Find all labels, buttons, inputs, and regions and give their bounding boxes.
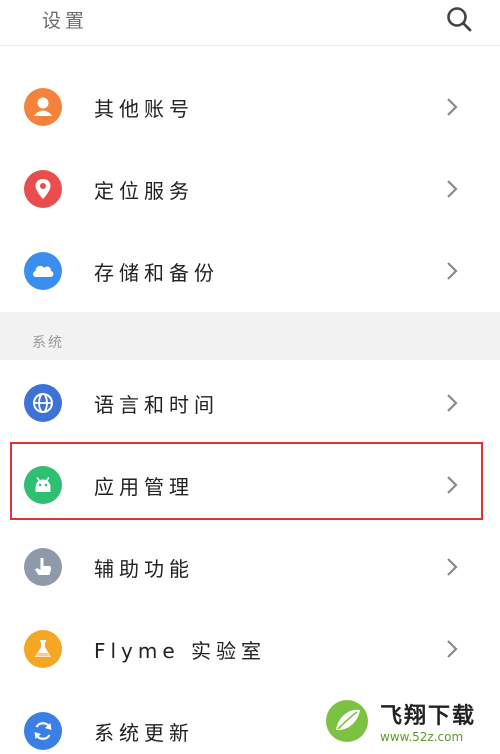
watermark-url: www.52z.com <box>380 730 464 744</box>
watermark-text: 飞翔下载 <box>380 704 477 729</box>
chevron-right-icon <box>447 262 458 280</box>
chevron-right-icon <box>447 394 458 412</box>
settings-item-label: 定位服务 <box>94 179 194 203</box>
chevron-right-icon <box>447 180 458 198</box>
globe-icon <box>24 384 62 422</box>
settings-item-label: Flyme 实验室 <box>94 639 267 663</box>
page-title: 设置 <box>42 10 89 32</box>
refresh-icon <box>24 712 62 750</box>
settings-item-label: 辅助功能 <box>94 557 194 581</box>
search-button[interactable] <box>444 4 474 34</box>
flask-icon <box>24 630 62 668</box>
watermark: 飞翔下载 www.52z.com <box>320 696 500 754</box>
hand-icon <box>24 548 62 586</box>
settings-item-label: 存储和备份 <box>94 261 219 285</box>
settings-item-storage-backup[interactable]: 存储和备份 <box>0 230 500 312</box>
cloud-icon <box>24 252 62 290</box>
search-icon <box>447 7 472 32</box>
section-header-system: 系统 <box>0 312 500 360</box>
top-bar: 设置 <box>0 0 500 46</box>
section-label: 系统 <box>32 335 64 351</box>
settings-item-label: 系统更新 <box>94 721 194 745</box>
chevron-right-icon <box>447 98 458 116</box>
location-pin-icon <box>24 170 62 208</box>
leaf-logo-icon <box>326 700 368 742</box>
settings-item-language-time[interactable]: 语言和时间 <box>0 362 500 444</box>
settings-item-label: 其他账号 <box>94 97 194 121</box>
settings-item-label: 语言和时间 <box>94 393 219 417</box>
settings-item-flyme-lab[interactable]: Flyme 实验室 <box>0 608 500 690</box>
settings-item-other-accounts[interactable]: 其他账号 <box>0 66 500 148</box>
person-icon <box>24 88 62 126</box>
settings-item-accessibility[interactable]: 辅助功能 <box>0 526 500 608</box>
settings-item-location[interactable]: 定位服务 <box>0 148 500 230</box>
highlight-box <box>10 442 483 520</box>
chevron-right-icon <box>447 558 458 576</box>
chevron-right-icon <box>447 640 458 658</box>
